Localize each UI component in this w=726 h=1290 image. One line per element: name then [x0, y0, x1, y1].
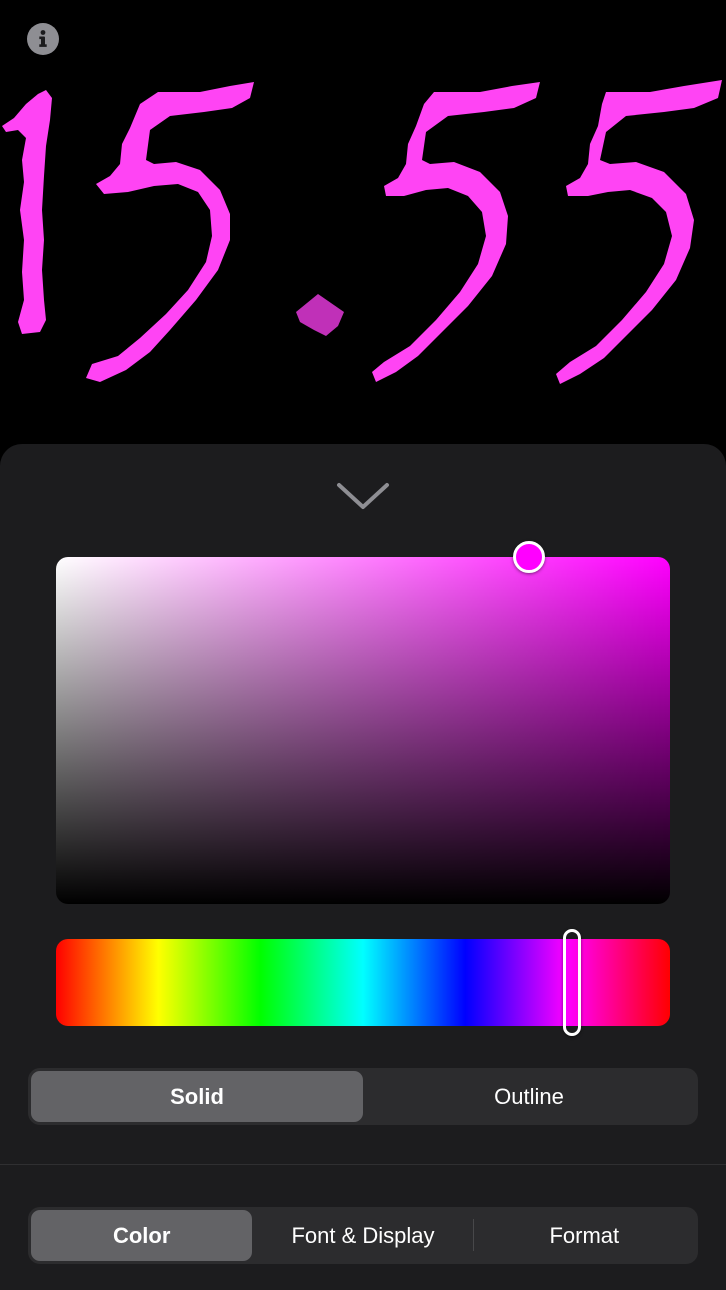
panel-divider — [0, 1164, 726, 1165]
saturation-brightness-field[interactable] — [56, 541, 670, 904]
collapse-panel-button[interactable] — [323, 470, 403, 520]
settings-panel: Solid Outline Color Font & Display Forma… — [0, 444, 726, 1290]
segment-solid[interactable]: Solid — [31, 1071, 363, 1122]
chevron-down-icon — [337, 483, 389, 509]
clock-digit-5-first — [86, 82, 254, 382]
saturation-brightness-gradient — [56, 557, 670, 904]
clock-display: 15.55 — [0, 70, 726, 400]
hue-slider[interactable] — [56, 929, 670, 1036]
tab-font-display[interactable]: Font & Display — [252, 1210, 473, 1261]
tab-separator — [473, 1219, 474, 1251]
segment-outline[interactable]: Outline — [363, 1071, 695, 1122]
info-icon — [39, 30, 47, 47]
color-field-handle[interactable] — [512, 541, 545, 573]
clock-digit-1 — [2, 90, 52, 334]
settings-tab-bar: Color Font & Display Format — [28, 1207, 698, 1264]
tab-format[interactable]: Format — [474, 1210, 695, 1261]
style-segmented-control: Solid Outline — [28, 1068, 698, 1125]
clock-digit-5-third — [556, 80, 722, 384]
clock-digit-5-second — [372, 82, 540, 382]
clock-dot — [296, 294, 344, 336]
clock-digits — [2, 80, 722, 384]
tab-color[interactable]: Color — [31, 1210, 253, 1261]
hue-slider-handle[interactable] — [562, 929, 581, 1036]
clock-screen: 15.55 Solid Outlin — [0, 0, 726, 1290]
info-button[interactable] — [27, 23, 59, 55]
